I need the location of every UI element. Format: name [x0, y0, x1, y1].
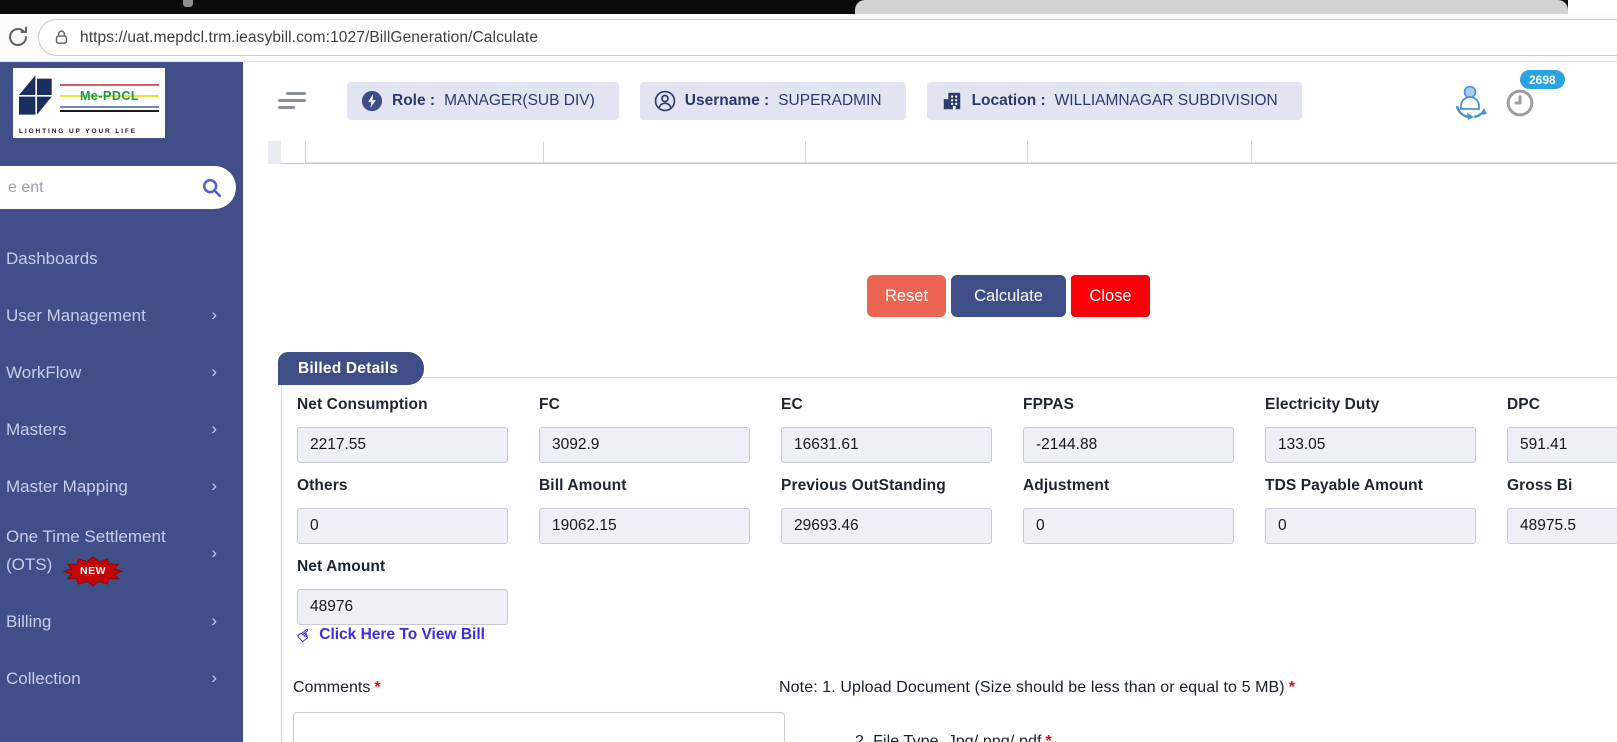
ec-input[interactable]	[781, 427, 992, 463]
comments-section: Comments *	[293, 679, 785, 742]
field-electricity-duty: Electricity Duty	[1265, 396, 1476, 463]
sidebar-item-workflow[interactable]: WorkFlow ›	[0, 344, 243, 401]
field-previous-outstanding: Previous OutStanding	[781, 477, 992, 544]
chevron-right-icon: ›	[211, 610, 217, 630]
browser-toolbar: https://uat.mepdcl.trm.ieasybill.com:102…	[0, 14, 1617, 62]
action-buttons: Reset Calculate Close	[867, 275, 1150, 317]
bill-amount-input[interactable]	[539, 508, 750, 544]
others-input[interactable]	[297, 508, 508, 544]
upload-note: Note: 1. Upload Document (Size should be…	[779, 679, 1296, 742]
electricity-duty-input[interactable]	[1265, 427, 1476, 463]
field-bill-amount: Bill Amount	[539, 477, 750, 544]
sidebar: Me-PDCL LIGHTING UP YOUR LIFE Dashboards…	[0, 62, 243, 742]
field-adjustment: Adjustment	[1023, 477, 1234, 544]
net-amount-input[interactable]	[297, 589, 508, 625]
dpc-input[interactable]	[1507, 427, 1617, 463]
previous-outstanding-input[interactable]	[781, 508, 992, 544]
sidebar-item-collection[interactable]: Collection ›	[0, 650, 243, 707]
required-asterisk: *	[374, 679, 381, 696]
notification-count-badge: 2698	[1520, 70, 1565, 89]
sidebar-item-billing[interactable]: Billing ›	[0, 593, 243, 650]
role-badge: Role : MANAGER(SUB DIV)	[347, 82, 619, 120]
sidebar-item-dashboards[interactable]: Dashboards	[0, 230, 243, 287]
logo-blue-line	[60, 106, 159, 108]
tab-divider	[183, 0, 193, 7]
chevron-right-icon: ›	[211, 418, 217, 438]
field-net-amount: Net Amount	[297, 558, 508, 625]
browser-tabstrip	[0, 0, 1617, 14]
switch-user-icon[interactable]	[1448, 82, 1490, 125]
sidebar-menu: Dashboards User Management › WorkFlow › …	[0, 230, 243, 707]
sidebar-item-master-mapping[interactable]: Master Mapping ›	[0, 458, 243, 515]
building-icon	[941, 90, 963, 112]
logo-mark-icon	[19, 75, 52, 115]
billed-details-title: Billed Details	[278, 352, 425, 385]
calculate-button[interactable]: Calculate	[951, 275, 1066, 317]
main-header: Role : MANAGER(SUB DIV) Username : SUPERAD…	[243, 62, 1617, 140]
location-badge: Location : WILLIAMNAGAR SUBDIVISION	[926, 82, 1302, 120]
new-badge: NEW	[62, 555, 124, 587]
sidebar-item-masters[interactable]: Masters ›	[0, 401, 243, 458]
chevron-right-icon: ›	[211, 304, 217, 324]
required-asterisk: *	[1045, 733, 1052, 742]
logo-name: Me-PDCL	[60, 89, 159, 103]
search-icon[interactable]	[201, 177, 223, 199]
chevron-right-icon: ›	[211, 475, 217, 495]
bolt-icon	[361, 90, 383, 112]
user-icon	[654, 90, 676, 112]
field-gross-bill: Gross Bi	[1507, 477, 1617, 544]
username-badge: Username : SUPERADMIN	[639, 82, 906, 120]
reset-button[interactable]: Reset	[867, 275, 946, 317]
net-consumption-input[interactable]	[297, 427, 508, 463]
required-asterisk: *	[1288, 679, 1296, 696]
pointing-hand-icon: ☞	[292, 622, 317, 648]
header-badges: Role : MANAGER(SUB DIV) Username : SUPERAD…	[347, 82, 1302, 120]
logo-red-line	[60, 84, 159, 86]
view-bill-link[interactable]: ☞ Click Here To View Bill	[293, 623, 485, 647]
logo-tagline: LIGHTING UP YOUR LIFE	[19, 128, 138, 135]
search-input[interactable]	[0, 178, 201, 197]
fppas-input[interactable]	[1023, 427, 1234, 463]
gross-bill-input[interactable]	[1507, 508, 1617, 544]
tds-payable-input[interactable]	[1265, 508, 1476, 544]
field-fc: FC	[539, 396, 750, 463]
chevron-right-icon: ›	[211, 543, 217, 563]
sidebar-search	[0, 166, 236, 209]
reload-icon[interactable]	[4, 23, 32, 53]
url-text: https://uat.mepdcl.trm.ieasybill.com:102…	[80, 28, 539, 46]
lock-icon	[53, 29, 70, 46]
url-bar[interactable]: https://uat.mepdcl.trm.ieasybill.com:102…	[38, 19, 1617, 56]
field-tds-payable: TDS Payable Amount	[1265, 477, 1476, 544]
mepdcl-logo: Me-PDCL LIGHTING UP YOUR LIFE	[13, 68, 165, 138]
field-others: Others	[297, 477, 508, 544]
clock-icon[interactable]	[1505, 88, 1535, 121]
adjustment-input[interactable]	[1023, 508, 1234, 544]
field-dpc: DPC	[1507, 396, 1617, 463]
billed-details-grid: Net Consumption FC EC FPPAS Electricity …	[297, 396, 1617, 625]
scrollbar-track[interactable]	[268, 141, 281, 164]
logo-black-line	[60, 110, 159, 112]
chevron-right-icon: ›	[211, 667, 217, 687]
comments-textarea[interactable]	[293, 712, 785, 742]
close-button[interactable]: Close	[1071, 275, 1150, 317]
field-net-consumption: Net Consumption	[297, 396, 508, 463]
field-fppas: FPPAS	[1023, 396, 1234, 463]
hamburger-menu-icon[interactable]	[278, 88, 306, 113]
comments-label: Comments	[293, 679, 371, 696]
fc-input[interactable]	[539, 427, 750, 463]
sidebar-item-ots[interactable]: One Time Settlement (OTS) NEW ›	[0, 515, 243, 593]
browser-tab[interactable]	[855, 0, 1568, 14]
tabstrip-end	[1568, 0, 1617, 14]
table-remnant	[268, 141, 1617, 164]
field-ec: EC	[781, 396, 992, 463]
sidebar-item-user-management[interactable]: User Management ›	[0, 287, 243, 344]
bill-generation-page: https://uat.mepdcl.trm.ieasybill.com:102…	[0, 0, 1617, 742]
chevron-right-icon: ›	[211, 361, 217, 381]
